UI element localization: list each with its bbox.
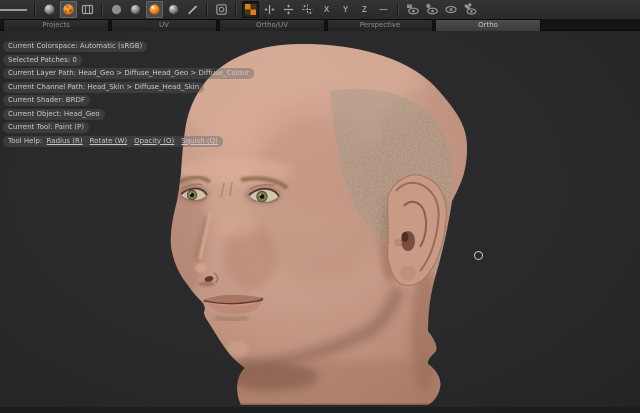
- lighting-pen-button[interactable]: [184, 1, 201, 18]
- axis-z-button[interactable]: Z: [356, 1, 373, 18]
- paint-target-button[interactable]: [213, 1, 230, 18]
- toolbar-separator: [206, 3, 208, 16]
- visibility-rect-button[interactable]: [404, 1, 421, 18]
- axis-x-label: X: [324, 1, 329, 18]
- lighting-full-icon: [148, 3, 161, 16]
- hud-selected-patches: Selected Patches: 0: [3, 55, 82, 66]
- hud-tool-help-label: Tool Help:: [8, 137, 42, 145]
- viewport-tabs: Projects UV Ortho/UV Perspective Ortho: [0, 19, 640, 31]
- axis-y-label: Y: [343, 1, 348, 18]
- eye-rect-icon: [406, 3, 420, 16]
- hud-layer-path: Current Layer Path: Head_Geo > Diffuse_H…: [3, 68, 254, 79]
- lighting-basic-button[interactable]: [127, 1, 144, 18]
- filmstrip-icon: [81, 3, 94, 16]
- tab-projects[interactable]: Projects: [3, 19, 109, 31]
- shading-textured-button[interactable]: [60, 1, 77, 18]
- mirror-x-icon: [263, 3, 276, 16]
- paint-target-icon: [215, 3, 228, 16]
- toolbar-grip[interactable]: [0, 9, 27, 11]
- hud-tool: Current Tool: Paint (P): [3, 122, 89, 133]
- toolbar-separator: [397, 3, 399, 16]
- tab-ortho-uv[interactable]: Ortho/UV: [219, 19, 325, 31]
- eye-plain-icon: [444, 3, 458, 16]
- hud-tool-help-radius: Radius (R): [47, 137, 83, 145]
- mirror-xy-icon: [301, 3, 314, 16]
- mirror-x-button[interactable]: [261, 1, 278, 18]
- hud-tool-help: Tool Help: Radius (R) Rotate (W) Opacity (…: [3, 136, 223, 147]
- mirror-xy-button[interactable]: [299, 1, 316, 18]
- tab-ortho[interactable]: Ortho: [435, 19, 541, 31]
- toolbar-separator: [235, 3, 237, 16]
- toolbar-separator: [34, 3, 36, 16]
- hud-shader: Current Shader: BRDF: [3, 95, 90, 106]
- lighting-flat-icon: [110, 3, 123, 16]
- shading-sphere-button[interactable]: [41, 1, 58, 18]
- hud-tool-help-opacity: Opacity (O): [134, 137, 174, 145]
- tab-uv[interactable]: UV: [111, 19, 217, 31]
- lighting-environment-button[interactable]: [165, 1, 182, 18]
- shading-render-button[interactable]: [79, 1, 96, 18]
- hud-colorspace: Current Colorspace: Automatic (sRGB): [3, 41, 147, 52]
- lighting-full-button[interactable]: [146, 1, 163, 18]
- brush-cursor: [474, 251, 483, 260]
- tab-perspective[interactable]: Perspective: [327, 19, 433, 31]
- visibility-cluster-button[interactable]: [461, 1, 478, 18]
- axis-none-button[interactable]: —: [375, 1, 392, 18]
- top-toolbar: X Y Z —: [0, 0, 640, 20]
- visibility-sphere-button[interactable]: [423, 1, 440, 18]
- axis-none-label: —: [380, 1, 388, 18]
- mirror-projection-button[interactable]: [242, 1, 259, 18]
- eye-sphere-icon: [425, 3, 439, 16]
- mirror-y-icon: [282, 3, 295, 16]
- toolbar-separator: [101, 3, 103, 16]
- pen-stroke-icon: [186, 3, 199, 16]
- hud-tool-help-rotate: Rotate (W): [90, 137, 128, 145]
- axis-z-label: Z: [362, 1, 367, 18]
- mari-window: X Y Z —: [0, 0, 640, 413]
- hud-tool-help-squish: Squish (Q): [181, 137, 218, 145]
- hud-overlay: Current Colorspace: Automatic (sRGB) Sel…: [3, 41, 254, 149]
- checker-projection-icon: [244, 3, 257, 16]
- lighting-basic-icon: [129, 3, 142, 16]
- hud-object: Current Object: Head_Geo: [3, 109, 105, 120]
- lighting-flat-button[interactable]: [108, 1, 125, 18]
- canvas-bottom-strip: [0, 407, 640, 413]
- mirror-y-button[interactable]: [280, 1, 297, 18]
- eye-cluster-icon: [463, 3, 477, 16]
- sphere-textured-orange-icon: [62, 3, 75, 16]
- sphere-shaded-icon: [43, 3, 56, 16]
- hud-channel-path: Current Channel Path: Head_Skin > Diffus…: [3, 82, 204, 93]
- viewport-canvas[interactable]: Current Colorspace: Automatic (sRGB) Sel…: [0, 31, 640, 413]
- axis-x-button[interactable]: X: [318, 1, 335, 18]
- visibility-eye-button[interactable]: [442, 1, 459, 18]
- axis-y-button[interactable]: Y: [337, 1, 354, 18]
- lighting-environment-icon: [167, 3, 180, 16]
